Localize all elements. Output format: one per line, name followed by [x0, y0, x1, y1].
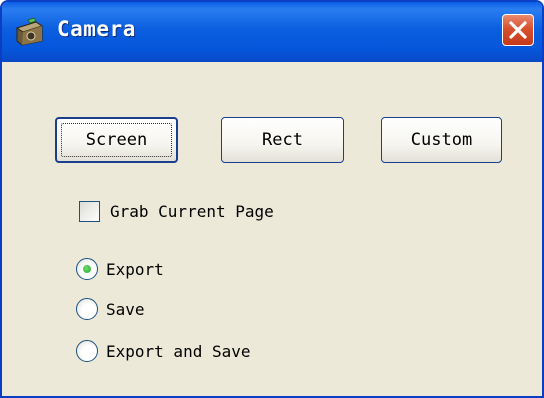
close-button[interactable]: [502, 14, 534, 46]
custom-button[interactable]: Custom: [381, 117, 502, 163]
close-icon: [509, 21, 527, 39]
dialog-body: Screen Rect Custom Grab Current Page Exp…: [2, 62, 542, 396]
save-label: Save: [106, 299, 145, 319]
export-and-save-option[interactable]: Export and Save: [76, 339, 251, 363]
save-option[interactable]: Save: [76, 297, 145, 321]
grab-current-page-checkbox[interactable]: [79, 200, 100, 222]
title-bar[interactable]: Camera: [2, 2, 542, 62]
radio-selected-dot: [83, 265, 91, 273]
screen-button[interactable]: Screen: [55, 117, 178, 163]
export-radio[interactable]: [76, 258, 98, 280]
rect-button[interactable]: Rect: [221, 117, 344, 163]
save-radio[interactable]: [76, 298, 98, 320]
focus-ring: [61, 123, 172, 157]
export-and-save-label: Export and Save: [106, 341, 251, 361]
window-title: Camera: [57, 17, 136, 41]
grab-current-page-option[interactable]: Grab Current Page: [79, 199, 274, 223]
camera-dialog: Camera Screen Rect Custom Grab Current P…: [0, 0, 544, 398]
export-option[interactable]: Export: [76, 257, 164, 281]
custom-button-label: Custom: [410, 130, 473, 150]
export-and-save-radio[interactable]: [76, 340, 98, 362]
export-label: Export: [106, 259, 164, 279]
grab-current-page-label: Grab Current Page: [110, 201, 274, 221]
camera-icon: [14, 16, 46, 48]
rect-button-label: Rect: [262, 130, 303, 150]
